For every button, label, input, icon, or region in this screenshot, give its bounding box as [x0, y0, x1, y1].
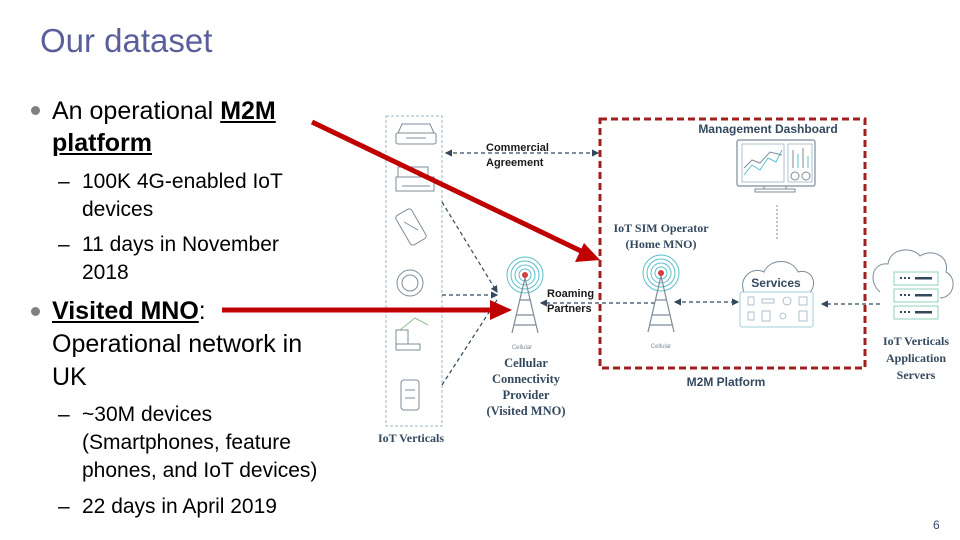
iot-verticals-label: IoT Verticals [378, 431, 444, 445]
home-mno-label-2: (Home MNO) [626, 237, 697, 251]
application-servers-icon [872, 249, 954, 320]
iot-to-visited-link [441, 299, 498, 386]
app-servers-label-3: Servers [897, 368, 936, 382]
home-mno-label-1: IoT SIM Operator [613, 221, 709, 235]
roaming-partners-label-2: Partners [547, 303, 592, 315]
visited-mno-label-3: Provider [503, 388, 550, 402]
home-cell-tower-icon [642, 254, 680, 333]
iot-to-visited-link [441, 201, 498, 294]
home-cellular-caption: Cellular [651, 344, 671, 350]
m2m-highlight-arrow [310, 119, 600, 262]
m2m-platform-label: M2M Platform [687, 375, 766, 389]
app-servers-label-2: Application [886, 351, 946, 365]
app-servers-label-1: IoT Verticals [883, 334, 949, 348]
commercial-agreement-label-1: Commercial [486, 142, 549, 154]
commercial-agreement-label-2: Agreement [486, 157, 544, 169]
robotic-arm-icon [395, 317, 429, 351]
services-cloud-icon [739, 261, 814, 328]
services-label: Services [751, 276, 801, 290]
visited-mno-label-2: Connectivity [492, 372, 561, 386]
smart-meter-icon [396, 269, 424, 297]
visited-mno-highlight-arrow [222, 300, 512, 320]
management-dashboard-label: Management Dashboard [698, 122, 837, 136]
dashboard-monitor-icon [736, 139, 816, 193]
visited-mno-label-4: (Visited MNO) [486, 404, 565, 418]
visited-cellular-caption: Cellular [512, 345, 532, 351]
handheld-device-icon [395, 208, 427, 246]
visited-cell-tower-icon [506, 256, 544, 334]
wearable-device-icon [400, 379, 420, 411]
visited-mno-label-1: Cellular [504, 356, 548, 370]
car-icon [395, 123, 437, 145]
page-number: 6 [933, 518, 940, 532]
roaming-partners-label-1: Roaming [547, 288, 594, 300]
m2m-architecture-diagram: IoT Verticals Commercial Agreement Cellu… [222, 115, 954, 445]
